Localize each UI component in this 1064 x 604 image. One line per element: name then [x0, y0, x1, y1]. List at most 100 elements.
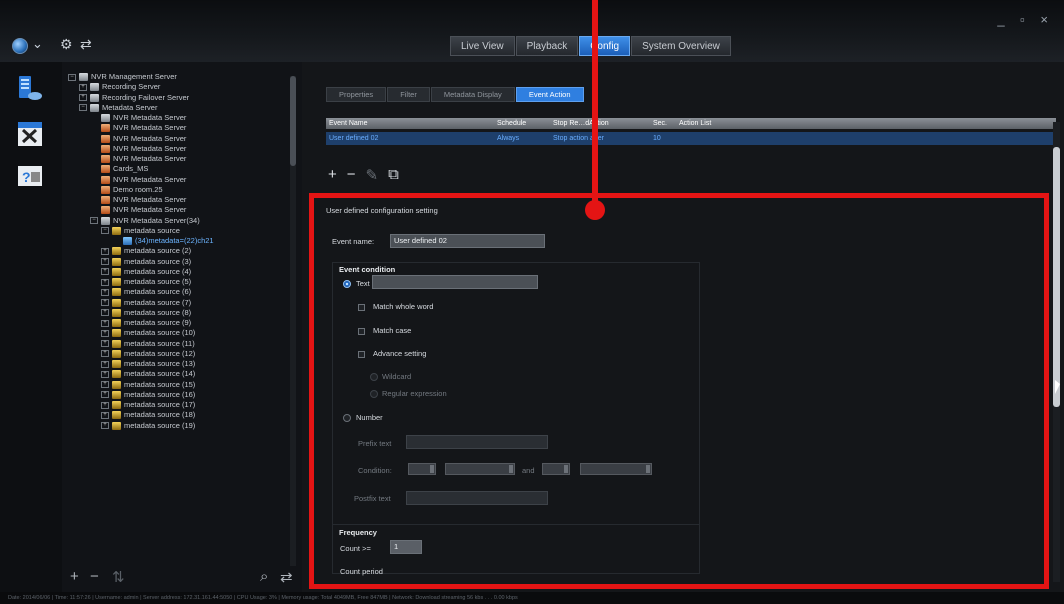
expander-icon[interactable]: − [79, 104, 87, 112]
expander-icon[interactable]: + [79, 83, 87, 91]
chevron-down-icon[interactable]: ⌄ [32, 36, 43, 52]
tree-item[interactable]: + metadata source (2) [68, 246, 290, 256]
tree-item[interactable]: − metadata source [68, 226, 290, 236]
expander-icon[interactable]: − [90, 217, 98, 225]
expander-icon[interactable]: − [68, 73, 76, 81]
tree-item[interactable]: + metadata source (6) [68, 287, 290, 297]
expander-icon[interactable]: + [101, 247, 109, 255]
expander-icon[interactable]: + [101, 319, 109, 327]
expander-icon[interactable]: + [101, 309, 109, 317]
tree-item[interactable]: + Recording Server [68, 82, 290, 92]
search-icon[interactable]: ⌕ [260, 568, 268, 585]
refresh-icon[interactable]: ⇄ [280, 568, 293, 586]
tree-item[interactable]: + metadata source (7) [68, 298, 290, 308]
tree-item[interactable]: + metadata source (14) [68, 369, 290, 379]
tree-item-label: NVR Metadata Server [113, 205, 187, 215]
tab-filter[interactable]: Filter [387, 87, 430, 102]
col-schedule[interactable]: Schedule [494, 118, 550, 129]
tree-item[interactable]: NVR Metadata Server [68, 205, 290, 215]
tree-item[interactable]: + Recording Failover Server [68, 93, 290, 103]
tree-item[interactable]: + metadata source (8) [68, 308, 290, 318]
tree-item[interactable]: Demo room.25 [68, 185, 290, 195]
layout-switch-icon[interactable]: ⇄ [80, 36, 92, 53]
help-icon[interactable]: ? [16, 162, 44, 190]
expander-icon[interactable]: + [101, 288, 109, 296]
copy-event-icon[interactable]: ⧉ [388, 166, 399, 183]
col-stop-record-action[interactable]: Stop Re…dAction [550, 118, 650, 129]
tree-item[interactable]: + metadata source (16) [68, 390, 290, 400]
expander-icon[interactable]: + [101, 391, 109, 399]
tab-properties[interactable]: Properties [326, 87, 387, 102]
globe-menu-icon[interactable] [12, 38, 28, 54]
tree-item[interactable]: + metadata source (15) [68, 380, 290, 390]
tree-item[interactable]: NVR Metadata Server [68, 123, 290, 133]
tree-item[interactable]: + metadata source (11) [68, 339, 290, 349]
tab-playback[interactable]: Playback [515, 36, 579, 56]
expander-icon[interactable]: + [101, 340, 109, 348]
cell-sec: 10 [653, 135, 661, 142]
tab-system-overview[interactable]: System Overview [631, 36, 731, 56]
col-action-list[interactable]: Action List [676, 118, 1056, 129]
tree-item[interactable]: + metadata source (5) [68, 277, 290, 287]
expander-icon[interactable]: + [101, 350, 109, 358]
expander-icon[interactable]: + [101, 381, 109, 389]
add-event-icon[interactable]: + [328, 166, 337, 183]
expander-icon[interactable]: − [101, 227, 109, 235]
tab-metadata-display[interactable]: Metadata Display [430, 87, 515, 102]
table-row[interactable]: User defined 02 Always Stop action after… [326, 132, 1056, 145]
col-sec[interactable]: Sec. [650, 118, 676, 129]
tree-item[interactable]: NVR Metadata Server [68, 195, 290, 205]
tree-item[interactable]: + metadata source (17) [68, 400, 290, 410]
tree-item[interactable]: + metadata source (10) [68, 328, 290, 338]
tree-item[interactable]: (34)metadata=(22)ch21 [68, 236, 290, 246]
expander-icon[interactable]: + [101, 401, 109, 409]
expander-icon[interactable]: + [101, 329, 109, 337]
tab-event-action[interactable]: Event Action [515, 87, 584, 102]
expander-icon[interactable]: + [101, 258, 109, 266]
tree-item[interactable]: − NVR Metadata Server(34) [68, 216, 290, 226]
expander-icon[interactable]: + [101, 299, 109, 307]
server-tree-icon[interactable] [16, 74, 44, 102]
add-icon[interactable]: + [70, 568, 79, 585]
tree-item[interactable]: NVR Metadata Server [68, 175, 290, 185]
expander-icon[interactable]: + [101, 411, 109, 419]
tree-item[interactable]: NVR Metadata Server [68, 113, 290, 123]
tools-icon[interactable] [16, 120, 44, 148]
edit-event-icon[interactable]: ✎ [366, 166, 379, 184]
src-node-icon [112, 288, 121, 297]
tree-item[interactable]: + metadata source (12) [68, 349, 290, 359]
remove-icon[interactable]: − [90, 568, 99, 585]
content-scrollbar[interactable] [1053, 122, 1060, 582]
tree-item[interactable]: Cards_MS [68, 164, 290, 174]
remove-event-icon[interactable]: − [347, 166, 356, 183]
tree-item[interactable]: NVR Metadata Server [68, 134, 290, 144]
tree-scrollbar[interactable] [290, 76, 296, 566]
tab-live-view[interactable]: Live View [450, 36, 515, 56]
tree-item[interactable]: NVR Metadata Server [68, 154, 290, 164]
expander-icon[interactable]: + [79, 94, 87, 102]
annotation-pointer-line [592, 0, 598, 205]
tree-item[interactable]: + metadata source (4) [68, 267, 290, 277]
src-node-icon [112, 247, 121, 256]
tree-item[interactable]: + metadata source (9) [68, 318, 290, 328]
tree-scroll-thumb[interactable] [290, 76, 296, 166]
tree-item[interactable]: − NVR Management Server [68, 72, 290, 82]
tab-config[interactable]: Config [579, 36, 631, 56]
expander-icon[interactable]: + [101, 268, 109, 276]
tree-item[interactable]: − Metadata Server [68, 103, 290, 113]
settings-gear-icon[interactable]: ⚙ [60, 36, 73, 53]
sort-icon[interactable]: ⇅ [112, 568, 125, 586]
content-scroll-thumb[interactable] [1053, 147, 1060, 407]
tree-item[interactable]: NVR Metadata Server [68, 144, 290, 154]
tree-item[interactable]: + metadata source (19) [68, 421, 290, 431]
expander-icon[interactable]: + [101, 422, 109, 430]
tree-item[interactable]: + metadata source (3) [68, 257, 290, 267]
window-controls[interactable]: _ ▫ × [997, 12, 1054, 27]
tree-item[interactable]: + metadata source (13) [68, 359, 290, 369]
server-node-icon [79, 73, 88, 82]
expander-icon[interactable]: + [101, 370, 109, 378]
expander-icon[interactable]: + [101, 278, 109, 286]
expander-icon[interactable]: + [101, 360, 109, 368]
col-event-name[interactable]: Event Name [326, 118, 494, 129]
tree-item[interactable]: + metadata source (18) [68, 410, 290, 420]
